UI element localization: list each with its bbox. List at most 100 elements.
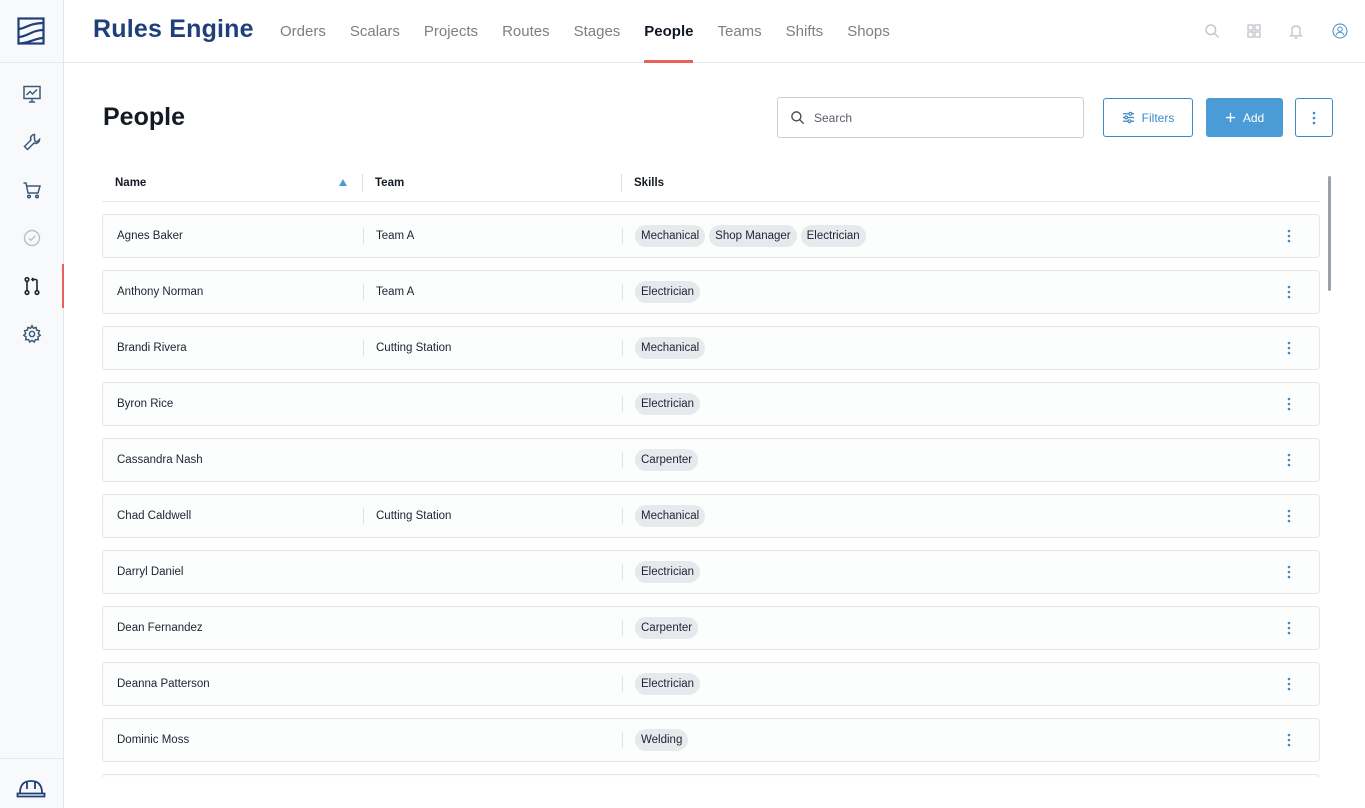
person-team: Cutting Station: [376, 510, 452, 522]
sidebar-item-approvals[interactable]: [0, 216, 64, 260]
sidebar-item-rules[interactable]: [0, 264, 65, 308]
person-skills: Electrician: [635, 271, 701, 313]
sidebar-item-orders[interactable]: [0, 168, 64, 212]
wrench-icon: [23, 133, 41, 151]
cell-divider: [622, 564, 623, 580]
gear-icon: [22, 324, 42, 344]
cell-divider: [622, 228, 623, 244]
person-name: Dominic Moss: [117, 734, 190, 746]
hard-hat-icon[interactable]: [16, 774, 46, 800]
cell-divider: [363, 508, 364, 524]
tab-shops[interactable]: Shops: [835, 0, 902, 63]
sidebar-item-settings[interactable]: [0, 312, 64, 356]
skill-chip: Electrician: [635, 561, 701, 583]
tab-stages[interactable]: Stages: [562, 0, 633, 63]
table-row[interactable]: Anthony Norman Team A Electrician: [102, 270, 1320, 314]
add-label: Add: [1242, 110, 1265, 125]
row-menu-button[interactable]: [1279, 618, 1299, 638]
person-team: Team A: [376, 286, 415, 298]
skill-chip: Carpenter: [635, 617, 699, 639]
row-menu-button[interactable]: [1279, 506, 1299, 526]
table-scrollbar[interactable]: [1328, 176, 1331, 291]
skill-chip: Shop Manager: [709, 225, 797, 247]
filters-label: Filters: [1141, 110, 1175, 125]
row-menu-button[interactable]: [1279, 282, 1299, 302]
table-row[interactable]: Agnes Baker Team A Mechanical Shop Manag…: [102, 214, 1320, 258]
person-team: Team A: [376, 230, 415, 242]
search-icon[interactable]: [1202, 21, 1222, 41]
skill-chip: Welding: [635, 729, 689, 751]
bell-icon[interactable]: [1286, 21, 1306, 41]
sliders-icon: [1122, 111, 1134, 124]
grid-icon[interactable]: [1244, 21, 1264, 41]
skill-chip: Electrician: [635, 673, 701, 695]
tab-people[interactable]: People: [632, 0, 705, 63]
cell-divider: [622, 396, 623, 412]
skill-chip: Electrician: [800, 225, 866, 247]
cell-divider: [363, 340, 364, 356]
table-row[interactable]: Chad Caldwell Cutting Station Mechanical: [102, 494, 1320, 538]
person-name: Dean Fernandez: [117, 622, 203, 634]
person-name: Brandi Rivera: [117, 342, 187, 354]
table-row[interactable]: Dominic Moss Welding: [102, 718, 1320, 762]
sidebar-item-tools[interactable]: [0, 120, 64, 164]
tab-projects[interactable]: Projects: [412, 0, 490, 63]
kebab-menu-icon: [1287, 677, 1291, 691]
person-team: Cutting Station: [376, 342, 452, 354]
user-icon[interactable]: [1328, 19, 1352, 43]
table-row[interactable]: [102, 774, 1320, 777]
table-row[interactable]: Byron Rice Electrician: [102, 382, 1320, 426]
filters-button[interactable]: Filters: [1103, 98, 1193, 137]
row-menu-button[interactable]: [1279, 562, 1299, 582]
sidebar-item-dashboard[interactable]: [0, 72, 64, 116]
tab-shifts[interactable]: Shifts: [774, 0, 836, 63]
tab-orders[interactable]: Orders: [268, 0, 338, 63]
search-box[interactable]: [777, 97, 1084, 138]
tab-routes[interactable]: Routes: [490, 0, 562, 63]
row-menu-button[interactable]: [1279, 730, 1299, 750]
row-menu-button[interactable]: [1279, 338, 1299, 358]
tab-scalars[interactable]: Scalars: [338, 0, 412, 63]
table-row[interactable]: Cassandra Nash Carpenter: [102, 438, 1320, 482]
skill-chip: Electrician: [635, 281, 701, 303]
search-input[interactable]: [814, 110, 1064, 125]
check-circle-icon: [23, 229, 41, 247]
table-row[interactable]: Brandi Rivera Cutting Station Mechanical: [102, 326, 1320, 370]
cell-divider: [622, 284, 623, 300]
person-name: Darryl Daniel: [117, 566, 184, 578]
sort-ascending-icon[interactable]: [339, 179, 347, 186]
search-icon: [791, 111, 805, 125]
table-row[interactable]: Deanna Patterson Electrician: [102, 662, 1320, 706]
sidebar-divider: [0, 62, 64, 63]
cell-divider: [622, 676, 623, 692]
tab-teams[interactable]: Teams: [705, 0, 773, 63]
column-header-name[interactable]: Name: [115, 170, 146, 196]
person-name: Chad Caldwell: [117, 510, 192, 522]
table-row[interactable]: Dean Fernandez Carpenter: [102, 606, 1320, 650]
chart-icon: [23, 85, 41, 103]
cart-icon: [23, 182, 41, 199]
cell-divider: [622, 508, 623, 524]
column-divider: [621, 174, 622, 192]
row-menu-button[interactable]: [1279, 674, 1299, 694]
table-row[interactable]: Darryl Daniel Electrician: [102, 550, 1320, 594]
nav-tabs: Orders Scalars Projects Routes Stages Pe…: [268, 0, 902, 63]
kebab-menu-icon: [1287, 733, 1291, 747]
more-options-button[interactable]: [1295, 98, 1333, 137]
person-skills: Electrician: [635, 383, 701, 425]
column-header-skills[interactable]: Skills: [634, 170, 664, 196]
kebab-menu-icon: [1287, 397, 1291, 411]
cell-divider: [622, 452, 623, 468]
brand-logo-icon[interactable]: [17, 17, 45, 45]
column-divider: [362, 174, 363, 192]
column-header-team[interactable]: Team: [375, 170, 404, 196]
person-name: Cassandra Nash: [117, 454, 203, 466]
person-name: Agnes Baker: [117, 230, 183, 242]
row-menu-button[interactable]: [1279, 450, 1299, 470]
kebab-menu-icon: [1287, 453, 1291, 467]
add-button[interactable]: Add: [1206, 98, 1283, 137]
person-name: Deanna Patterson: [117, 678, 210, 690]
kebab-menu-icon: [1287, 565, 1291, 579]
row-menu-button[interactable]: [1279, 226, 1299, 246]
row-menu-button[interactable]: [1279, 394, 1299, 414]
